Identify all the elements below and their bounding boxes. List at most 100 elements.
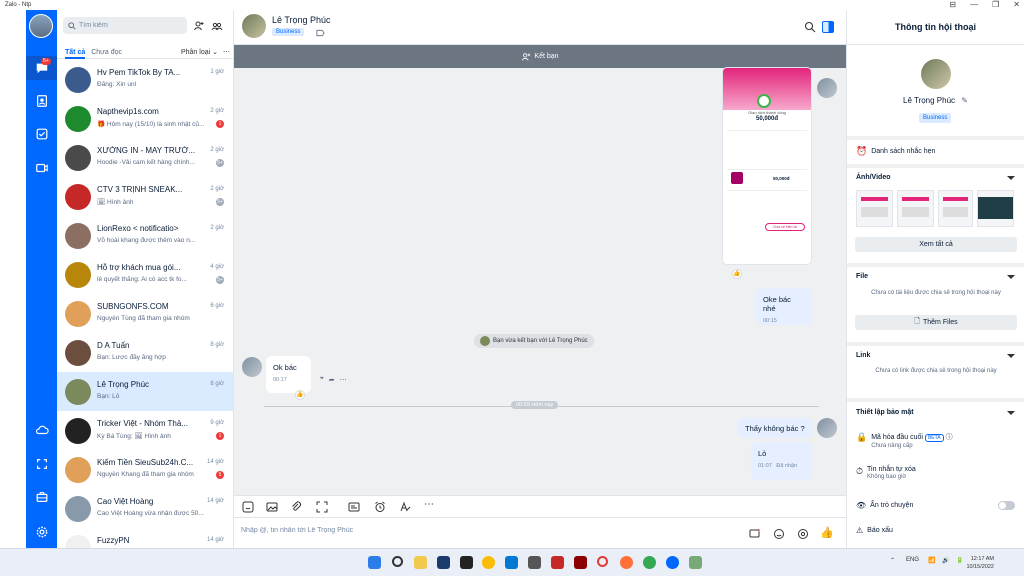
more-options-icon[interactable]: ⋯ [223,48,230,56]
conversation-item[interactable]: Lê Trọng Phúc Bạn: Lỏ 8 giờ [57,372,233,411]
quote-icon[interactable]: ❞ [320,376,324,384]
e2e-row[interactable]: 🔒 Mã hóa đầu cuối BETA ⓘ Chưa nâng cấp [856,432,953,449]
security-section-title[interactable]: Thiết lập bảo mật [856,409,914,416]
chrome-icon[interactable] [482,556,495,569]
conversation-item[interactable]: Hv Pem TikTok By TA... Đăng: Xin unl 1 giờ [57,60,233,99]
app-icon[interactable] [574,556,587,569]
firefox-icon[interactable] [620,556,633,569]
message-bubble-sent[interactable]: Thấy không bác ? [738,418,812,438]
battery-icon[interactable]: 🔋 [956,557,963,564]
search-icon[interactable] [392,556,403,567]
nav-settings[interactable] [26,520,57,544]
language-indicator[interactable]: ENG [906,557,919,563]
quick-message-icon[interactable] [749,528,761,540]
file-explorer-icon[interactable] [414,556,427,569]
format-text-icon[interactable] [399,501,411,513]
app-icon[interactable] [689,556,702,569]
message-bubble-sent[interactable]: Lỏ 01:07 Đã nhận [751,442,812,480]
conversation-item[interactable]: Kiếm Tiền SieuSub24h.C... Nguyễn Khang đã… [57,450,233,489]
vscode-icon[interactable] [505,556,518,569]
card-icon[interactable] [348,501,360,513]
media-thumbnail[interactable] [897,190,934,227]
chat-contact-name[interactable]: Lê Trọng Phúc [272,15,331,25]
volume-icon[interactable]: 🔊 [942,557,949,564]
search-box[interactable] [63,17,187,34]
chevron-down-icon[interactable] [1007,411,1015,415]
app-icon[interactable] [460,556,473,569]
reminder-icon[interactable] [374,501,386,513]
file-section-title[interactable]: File [856,273,868,280]
message-bubble-received[interactable]: Ok bác 00:17 [266,356,311,393]
app-icon[interactable] [528,556,541,569]
conversation-item[interactable]: D A Tuấn Bạn: Lược đầy ăng hợp 8 giờ [57,333,233,372]
mention-icon[interactable] [797,528,809,540]
system-clock[interactable]: 12:17 AM 10/15/2022 [966,555,994,571]
nav-cloud[interactable] [26,418,57,442]
conversation-item[interactable]: CTV 3 TRỊNH SNEAK... 🖼 Hình ảnh 2 giờ 5+ [57,177,233,216]
conversation-item[interactable]: Tricker Việt - Nhóm Thả... Kỳ Bá Tùng: 🖼 … [57,411,233,450]
attachment-icon[interactable] [290,501,302,513]
sticker-icon[interactable] [242,501,254,513]
pin-window-button[interactable]: ⊟ [949,0,956,10]
chevron-down-icon[interactable] [1007,275,1015,279]
image-icon[interactable] [266,501,278,513]
conversation-item[interactable]: Napthevip1s.com 🎁 Hôm nay (15/10) là sinh… [57,99,233,138]
reaction-button[interactable]: 👍 [732,269,742,279]
transaction-image[interactable]: Giao dịch thành công 50,000đ 50,000đ Chi… [723,68,811,264]
report-row[interactable]: ⚠ Báo xấu [856,526,893,535]
nav-screenshot[interactable] [26,452,57,476]
nav-toolbox[interactable] [26,485,57,509]
search-icon[interactable] [804,21,816,33]
photoshop-icon[interactable] [437,556,450,569]
chevron-down-icon[interactable] [1007,176,1015,180]
thumbs-up-icon[interactable]: 👍 [820,528,834,540]
minimize-button[interactable]: — [970,0,978,10]
nav-messages[interactable]: 5+ [26,56,57,80]
nav-todo[interactable] [26,122,57,146]
media-section-title[interactable]: Ảnh/Video [856,174,890,181]
self-destruct-row[interactable]: ⏱ Tin nhắn tự xóa Không bao giờ [856,466,916,480]
conversation-item[interactable]: LionRexo < notificatio> Võ hoài khang đượ… [57,216,233,255]
more-icon[interactable]: ⋯ [424,500,436,513]
search-input[interactable] [79,22,179,29]
more-files-button[interactable]: 🗋 Thêm Files [855,315,1017,330]
message-area[interactable]: Giao dịch thành công 50,000đ 50,000đ Chi… [234,68,846,495]
app-icon[interactable] [551,556,564,569]
tab-all[interactable]: Tất cả [65,49,85,56]
tray-chevron-icon[interactable]: ⌃ [890,557,895,564]
maximize-button[interactable]: ❐ [992,0,999,10]
chrome-icon[interactable] [643,556,656,569]
create-group-icon[interactable] [211,20,223,32]
filter-dropdown[interactable]: Phân loại ⌄ [181,48,218,56]
reminder-list-row[interactable]: ⏰ Danh sách nhắc hẹn [856,146,935,157]
nav-contacts[interactable] [26,89,57,113]
hide-chat-toggle[interactable] [998,501,1015,510]
message-input[interactable] [241,527,641,534]
add-friend-icon[interactable] [193,20,205,32]
conversation-item[interactable]: Cao Việt Hoàng Cao Việt Hoàng vừa nhận đư… [57,489,233,528]
sidebar-toggle-icon[interactable] [822,21,834,33]
user-avatar[interactable] [29,14,53,38]
chevron-down-icon[interactable] [1007,354,1015,358]
start-icon[interactable] [368,556,381,569]
emoji-icon[interactable] [773,528,785,540]
nav-video[interactable] [26,156,57,180]
media-thumbnail[interactable] [977,190,1014,227]
add-friend-bar[interactable]: Kết bạn [234,45,846,68]
close-button[interactable]: ✕ [1013,0,1020,10]
link-section-title[interactable]: Link [856,352,870,359]
chat-avatar[interactable] [242,14,266,38]
message-bubble-sent[interactable]: Oke bác nhé 00:15 [756,288,812,325]
info-icon[interactable]: ⓘ [946,434,953,441]
tag-icon[interactable] [316,29,325,37]
zalo-icon[interactable] [666,556,679,569]
network-icon[interactable]: 📶 [928,557,935,564]
media-thumbnail[interactable] [856,190,893,227]
view-all-media-button[interactable]: Xem tất cả [855,237,1017,252]
conversation-item[interactable]: Hỗ trợ khách mua gói... lê quyết thắng: A… [57,255,233,294]
screenshot-icon[interactable] [316,501,328,513]
tab-unread[interactable]: Chưa đọc [91,49,122,56]
conversation-item[interactable]: XƯỞNG IN - MAY TRƯỜ... Hoodie -Vải cam kế… [57,138,233,177]
conversation-item[interactable]: SUBNGONFS.COM Nguyễn Tùng đã tham gia nhó… [57,294,233,333]
more-icon[interactable]: ⋯ [340,376,347,384]
